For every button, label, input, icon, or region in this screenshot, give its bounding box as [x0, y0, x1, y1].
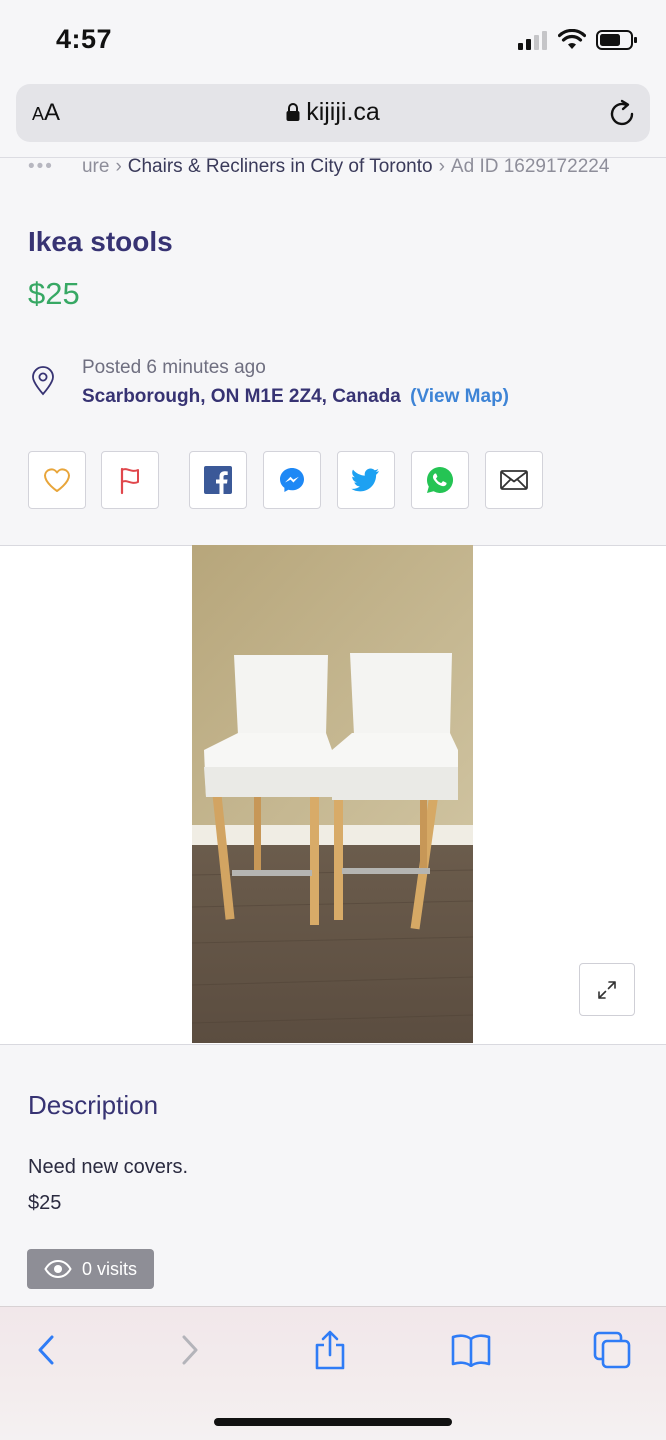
status-time: 4:57	[56, 24, 113, 54]
twitter-icon	[351, 468, 379, 492]
back-button[interactable]	[26, 1330, 66, 1370]
facebook-icon	[204, 466, 232, 494]
breadcrumb-more[interactable]: •••	[28, 156, 54, 177]
whatsapp-icon	[427, 466, 454, 493]
home-indicator	[214, 1418, 452, 1426]
view-map-link[interactable]: (View Map)	[410, 386, 509, 407]
breadcrumb-separator: ›	[115, 156, 122, 177]
bookmarks-button[interactable]	[451, 1330, 491, 1370]
share-twitter-button[interactable]	[337, 451, 395, 509]
visits-count: 0 visits	[81, 1258, 137, 1279]
url-text: kijiji.ca	[306, 98, 380, 126]
flag-icon	[120, 467, 139, 495]
share-email-button[interactable]	[485, 451, 543, 509]
forward-button[interactable]	[170, 1330, 210, 1370]
address-text: Scarborough, ON M1E 2Z4, Canada	[82, 386, 401, 407]
visits-badge: 0 visits	[27, 1249, 154, 1289]
reload-icon[interactable]	[606, 97, 638, 129]
location-pin-icon	[32, 366, 54, 396]
posted-time: Posted 6 minutes ago	[82, 357, 266, 378]
wifi-icon	[558, 29, 586, 49]
expand-icon	[598, 980, 616, 999]
tabs-icon	[593, 1331, 631, 1369]
lock-icon	[286, 103, 300, 121]
messenger-icon	[280, 468, 304, 492]
breadcrumb-ad-id: Ad ID 1629172224	[450, 156, 610, 177]
share-button[interactable]	[310, 1330, 350, 1370]
forward-chevron-icon	[182, 1335, 198, 1365]
book-icon	[451, 1334, 491, 1367]
cellular-signal-icon	[518, 31, 547, 50]
breadcrumb: ••• ure › Chairs & Recliners in City of Tor…	[28, 156, 648, 178]
tabs-button[interactable]	[592, 1330, 632, 1370]
listing-address: Scarborough, ON M1E 2Z4, Canada (View Ma…	[82, 386, 509, 408]
favorite-button[interactable]	[28, 451, 86, 509]
share-icon	[315, 1330, 345, 1370]
battery-icon	[596, 30, 637, 50]
share-facebook-button[interactable]	[189, 451, 247, 509]
listing-price: $25	[28, 276, 80, 311]
listing-title: Ikea stools	[28, 226, 173, 257]
share-whatsapp-button[interactable]	[411, 451, 469, 509]
description-line: $25	[28, 1192, 62, 1214]
email-icon	[500, 470, 528, 490]
heart-icon	[44, 468, 70, 492]
description-heading: Description	[28, 1090, 159, 1120]
breadcrumb-category[interactable]: Chairs & Recliners in City of Toronto	[128, 156, 433, 177]
breadcrumb-partial[interactable]: ure	[82, 156, 109, 177]
eye-icon	[44, 1260, 72, 1278]
listing-photo[interactable]	[192, 545, 473, 1043]
url-display[interactable]: kijiji.ca	[0, 98, 666, 127]
share-messenger-button[interactable]	[263, 451, 321, 509]
report-button[interactable]	[101, 451, 159, 509]
status-icons	[518, 28, 638, 52]
back-chevron-icon	[38, 1335, 54, 1365]
breadcrumb-separator: ›	[438, 156, 445, 177]
expand-image-button[interactable]	[579, 963, 635, 1016]
description-line: Need new covers.	[28, 1156, 189, 1178]
